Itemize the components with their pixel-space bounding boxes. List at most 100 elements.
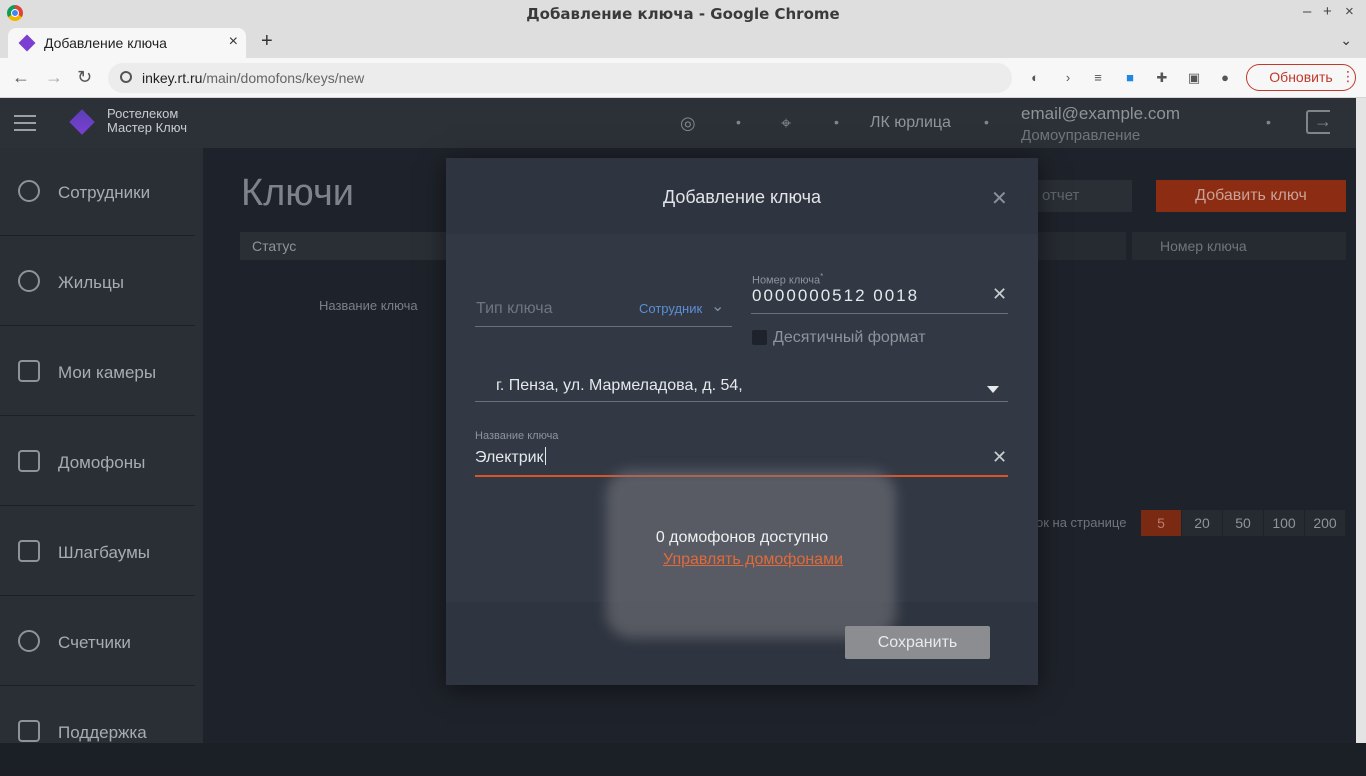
sidebar-item-label: Домофоны xyxy=(58,453,146,472)
key-number-label: Номер ключа* xyxy=(752,272,823,287)
report-button[interactable]: отчет xyxy=(1030,180,1132,212)
browser-menu-icon[interactable]: ⋮ xyxy=(1341,68,1355,85)
sidebar-item-label: Счетчики xyxy=(58,633,131,652)
menu-hamburger-icon[interactable] xyxy=(14,115,36,131)
extension-blue-icon[interactable]: ■ xyxy=(1122,70,1138,86)
close-window-icon[interactable]: × xyxy=(1345,3,1354,20)
minimize-icon[interactable]: – xyxy=(1303,3,1311,20)
logout-icon[interactable] xyxy=(1306,110,1332,134)
app-header: Ростелеком Мастер Ключ ◎ • ⌖ • ЛК юрлица… xyxy=(0,98,1356,148)
tab-strip: Добавление ключа × + ⌄ xyxy=(0,26,1366,58)
close-icon[interactable]: ✕ xyxy=(991,186,1008,211)
domofons-available-text: 0 домофонов доступно xyxy=(655,529,829,546)
header-separator: • xyxy=(736,114,741,130)
per-page-option[interactable]: 20 xyxy=(1182,510,1222,536)
per-page-option[interactable]: 5 xyxy=(1141,510,1181,536)
key-number-search[interactable]: Номер ключа xyxy=(1132,232,1346,260)
sidebar-item-label: Жильцы xyxy=(58,273,124,292)
window-title: Добавление ключа - Google Chrome xyxy=(526,5,840,23)
sidebar-item-label: Сотрудники xyxy=(58,183,151,202)
modal-title: Добавление ключа xyxy=(662,187,822,207)
key-type-value[interactable]: Сотрудник xyxy=(639,301,702,316)
chat-icon xyxy=(18,720,40,742)
profile-avatar-icon[interactable]: ● xyxy=(1217,70,1233,86)
key-name-label: Название ключа xyxy=(475,430,559,442)
clear-key-name-icon[interactable]: ✕ xyxy=(992,447,1007,468)
header-separator: • xyxy=(1266,114,1271,130)
sidebar-item-cameras[interactable]: Мои камеры xyxy=(0,328,195,416)
tab-close-icon[interactable]: × xyxy=(229,33,238,51)
sidebar-item-support[interactable]: Поддержка xyxy=(0,688,195,776)
maximize-icon[interactable]: + xyxy=(1323,3,1332,20)
chevron-down-icon[interactable]: ⌄ xyxy=(711,296,724,316)
back-icon[interactable]: ← xyxy=(12,67,30,88)
sidebar-item-label: Мои камеры xyxy=(58,363,157,382)
url-path: /main/domofons/keys/new xyxy=(202,70,365,86)
modal-header: Добавление ключа ✕ xyxy=(446,158,1038,234)
brand-name-line2: Мастер Ключ xyxy=(107,120,187,135)
filter-dropdown[interactable] xyxy=(1038,232,1126,260)
per-page-option[interactable]: 200 xyxy=(1305,510,1345,536)
key-name-input[interactable]: Электрик xyxy=(475,447,546,467)
clear-key-number-icon[interactable]: ✕ xyxy=(992,284,1007,305)
browser-tab[interactable]: Добавление ключа × xyxy=(8,28,246,58)
sidebar: Сотрудники Жильцы Мои камеры Домофоны Шл… xyxy=(0,148,203,776)
address-bar[interactable]: inkey.rt.ru/main/domofons/keys/new xyxy=(108,63,1012,93)
sidebar-item-label: Поддержка xyxy=(58,723,147,742)
key-number-input[interactable]: 0000000512 0018 xyxy=(752,286,919,306)
search-placeholder: Номер ключа xyxy=(1160,238,1247,254)
reading-list-icon[interactable]: ≡ xyxy=(1090,70,1106,86)
extension-icon[interactable]: ◐ xyxy=(1027,70,1043,86)
account-type[interactable]: ЛК юрлица xyxy=(870,114,951,132)
sidebar-item-employees[interactable]: Сотрудники xyxy=(0,148,195,236)
support-lifebuoy-icon[interactable]: ◎ xyxy=(680,113,696,134)
browser-toolbar: ← → ↻ inkey.rt.ru/main/domofons/keys/new… xyxy=(0,58,1366,98)
header-separator: • xyxy=(984,114,989,130)
extensions-puzzle-icon[interactable]: ✚ xyxy=(1154,70,1170,86)
header-separator: • xyxy=(834,114,839,130)
side-panel-icon[interactable]: ▣ xyxy=(1186,70,1202,86)
new-tab-icon[interactable]: + xyxy=(261,30,273,53)
manage-domofons-link[interactable]: Управлять домофонами xyxy=(663,551,843,569)
caret-down-icon[interactable] xyxy=(987,386,999,393)
site-info-icon[interactable] xyxy=(120,71,132,83)
decimal-format-checkbox[interactable] xyxy=(752,330,767,345)
people-icon xyxy=(18,270,40,292)
sidebar-item-label: Шлагбаумы xyxy=(58,543,150,562)
reload-icon[interactable]: ↻ xyxy=(77,67,92,88)
update-button[interactable]: Обновить xyxy=(1246,64,1356,91)
key-number-underline xyxy=(751,313,1008,314)
column-header-key-name: Название ключа xyxy=(319,298,418,313)
address-select-value[interactable]: г. Пенза, ул. Мармеладова, д. 54, xyxy=(496,377,743,395)
tab-search-chevron-icon[interactable]: ⌄ xyxy=(1340,32,1352,49)
report-button-label: отчет xyxy=(1042,187,1080,204)
brand-logo-icon xyxy=(69,109,95,135)
save-button[interactable]: Сохранить xyxy=(845,626,990,659)
site-favicon-icon xyxy=(18,34,36,52)
required-asterisk: * xyxy=(820,272,824,281)
forward-icon[interactable]: → xyxy=(45,67,63,88)
sidebar-item-barriers[interactable]: Шлагбаумы xyxy=(0,508,195,596)
address-underline xyxy=(475,401,1008,402)
person-icon xyxy=(18,180,40,202)
window-titlebar: Добавление ключа - Google Chrome – + × xyxy=(0,0,1366,26)
status-filter[interactable]: Статус xyxy=(240,232,454,260)
per-page-option[interactable]: 100 xyxy=(1264,510,1304,536)
sidebar-item-residents[interactable]: Жильцы xyxy=(0,238,195,326)
brand-name-line1: Ростелеком xyxy=(107,106,179,121)
door-icon xyxy=(18,450,40,472)
tab-title: Добавление ключа xyxy=(44,35,167,51)
add-key-button[interactable]: Добавить ключ xyxy=(1156,180,1346,212)
per-page-option[interactable]: 50 xyxy=(1223,510,1263,536)
location-pin-icon[interactable]: ⌖ xyxy=(781,113,791,134)
status-filter-label: Статус xyxy=(252,238,297,254)
sidebar-item-meters[interactable]: Счетчики xyxy=(0,598,195,686)
url-host: inkey.rt.ru xyxy=(142,70,203,86)
text-cursor xyxy=(544,447,546,465)
sidebar-item-domofons[interactable]: Домофоны xyxy=(0,418,195,506)
user-email[interactable]: email@example.com xyxy=(1021,104,1180,124)
organization-name: Домоуправление xyxy=(1021,127,1141,144)
meter-icon xyxy=(18,630,40,652)
extension-arrow-icon[interactable]: › xyxy=(1060,70,1076,86)
page-scrollbar[interactable] xyxy=(1356,98,1366,743)
